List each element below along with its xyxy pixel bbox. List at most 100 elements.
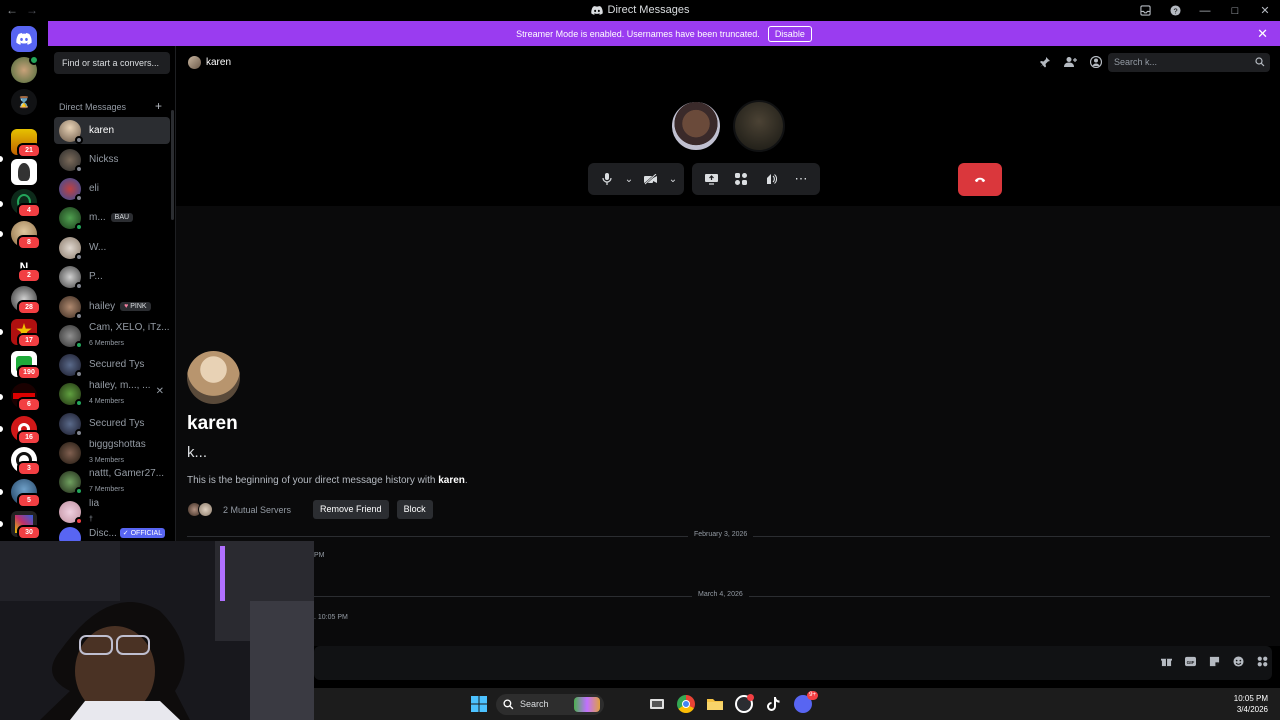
emoji-icon[interactable] [1233, 656, 1244, 667]
dm-item[interactable]: eli [54, 175, 170, 202]
hourglass-icon[interactable]: ⌛ [11, 89, 37, 115]
server-icon[interactable]: N 2 [11, 254, 41, 283]
server-icon[interactable]: 6 [11, 383, 41, 412]
server-icon[interactable] [11, 55, 39, 83]
maximize-icon[interactable]: □ [1220, 0, 1250, 21]
dm-item[interactable]: hailey, m..., ... 4 Members ✕ [54, 380, 170, 407]
dm-item[interactable]: m... BAU [54, 204, 170, 231]
dm-item[interactable]: Cam, XELO, iTz... 6 Members [54, 322, 170, 349]
date-divider-label: March 4, 2026 [692, 591, 749, 598]
close-dm-icon[interactable]: ✕ [156, 386, 164, 397]
gif-icon[interactable]: GIF [1185, 656, 1196, 667]
status-indicator [75, 281, 83, 290]
server-badge: 3 [17, 461, 41, 476]
dm-scrollbar[interactable] [171, 110, 174, 220]
close-icon[interactable]: ✕ [1257, 26, 1268, 42]
dm-item[interactable]: W... [54, 234, 170, 261]
unread-pill [0, 329, 3, 335]
dm-item[interactable]: Secured Tys [54, 410, 170, 437]
task-view-icon[interactable] [648, 695, 666, 713]
avatar [59, 206, 83, 231]
server-icon[interactable]: 3 [11, 447, 41, 476]
avatar [59, 441, 81, 464]
help-icon[interactable]: ? [1160, 0, 1190, 21]
pin-icon[interactable] [1039, 56, 1051, 68]
server-icon[interactable]: 4 [11, 189, 41, 218]
profile-avatar[interactable] [187, 351, 240, 404]
sticker-icon[interactable] [1209, 656, 1220, 667]
status-indicator [75, 222, 83, 231]
server-icon[interactable] [11, 159, 37, 185]
minimize-icon[interactable]: — [1190, 0, 1220, 21]
call-participant-avatar[interactable] [733, 100, 785, 152]
server-badge: 8 [17, 235, 41, 250]
status-indicator [75, 311, 83, 320]
unread-pill [0, 521, 3, 527]
server-icon[interactable]: 17 [11, 319, 41, 348]
home-button[interactable] [11, 26, 37, 52]
status-indicator [75, 135, 83, 144]
call-participant-avatar[interactable] [670, 100, 722, 152]
disconnect-call-button[interactable] [958, 163, 1002, 196]
dm-item[interactable]: karen [54, 117, 170, 144]
dm-item[interactable]: P... [54, 263, 170, 290]
disable-streamer-button[interactable]: Disable [767, 25, 812, 42]
avatar [59, 119, 83, 144]
unread-pill [0, 426, 3, 432]
server-icon[interactable]: 190 [11, 351, 41, 380]
block-button[interactable]: Block [396, 500, 433, 519]
soundboard-icon[interactable] [758, 166, 784, 192]
add-dm-icon[interactable]: + [155, 99, 162, 113]
find-conversation-input[interactable]: Find or start a convers... [54, 52, 170, 74]
discord-taskbar-icon[interactable]: 9+ [794, 691, 818, 713]
message-input[interactable] [314, 646, 1272, 680]
microphone-icon[interactable] [594, 166, 620, 192]
gift-icon[interactable] [1161, 656, 1172, 667]
avatar [59, 148, 83, 173]
server-icon[interactable]: 28 [11, 286, 41, 315]
user-profile-icon[interactable] [1090, 56, 1102, 68]
server-icon[interactable]: 21 [11, 129, 41, 158]
camera-off-icon[interactable] [638, 166, 664, 192]
guild-tag: BAU [110, 213, 134, 222]
windows-start-icon[interactable] [470, 695, 488, 713]
chevron-down-icon[interactable]: ⌄ [668, 166, 678, 192]
dm-item[interactable]: Nickss [54, 146, 170, 173]
dm-name: Secured Tys [89, 359, 145, 370]
search-icon [1255, 57, 1265, 67]
remove-friend-button[interactable]: Remove Friend [313, 500, 389, 519]
chrome-icon[interactable] [677, 695, 695, 713]
add-friends-to-dm-icon[interactable] [1064, 56, 1077, 68]
mutual-servers-link[interactable]: 2 Mutual Servers [223, 505, 291, 515]
message-timestamp: . 10:05 PM [314, 614, 348, 621]
taskbar-search[interactable]: Search [496, 694, 604, 715]
system-clock[interactable]: 10:05 PM 3/4/2026 [1234, 693, 1268, 715]
notification-badge: 9+ [807, 691, 818, 700]
more-options-icon[interactable]: ⋯ [788, 166, 814, 192]
server-icon[interactable]: 30 [11, 511, 41, 540]
file-explorer-icon[interactable] [706, 695, 724, 713]
chevron-down-icon[interactable]: ⌄ [624, 166, 634, 192]
avatar [59, 353, 83, 378]
dm-item[interactable]: bigggshottas 3 Members [54, 439, 170, 466]
inbox-icon[interactable] [1130, 0, 1160, 21]
activities-icon[interactable] [728, 166, 754, 192]
close-window-icon[interactable]: ✕ [1250, 0, 1280, 21]
server-icon[interactable]: 8 [11, 221, 41, 250]
apps-icon[interactable] [1257, 656, 1268, 667]
mutual-server-icon[interactable] [198, 502, 213, 517]
dm-item[interactable]: Disc... ✓ OFFICIAL [54, 527, 170, 541]
tiktok-icon[interactable] [764, 695, 782, 713]
avatar [188, 56, 201, 69]
dm-item[interactable]: hailey ♥ PINK [54, 293, 170, 320]
dm-item[interactable]: nattt, Gamer27... 7 Members [54, 468, 170, 495]
search-input[interactable]: Search k... [1108, 53, 1270, 72]
discord-app-icon[interactable] [735, 694, 754, 713]
server-icon[interactable]: 16 [11, 416, 41, 445]
dm-item[interactable]: lia † [54, 498, 170, 525]
dm-custom-status: † [89, 515, 93, 523]
screen-share-icon[interactable] [698, 166, 724, 192]
title-bar: ← → Direct Messages ? — □ ✕ [0, 0, 1280, 21]
server-icon[interactable]: 5 [11, 479, 41, 508]
dm-item[interactable]: Secured Tys [54, 351, 170, 378]
